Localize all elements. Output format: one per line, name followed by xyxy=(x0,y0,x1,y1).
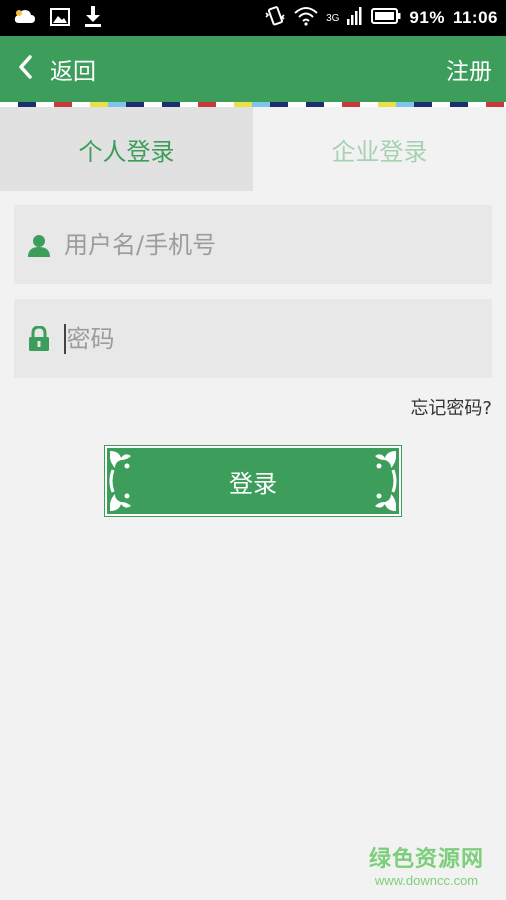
username-field-container xyxy=(14,205,492,284)
chevron-left-icon xyxy=(18,55,32,83)
tab-enterprise-login[interactable]: 企业登录 xyxy=(253,107,506,191)
status-bar: 3G 91% 11:06 xyxy=(0,0,506,36)
password-field-container xyxy=(14,299,492,378)
login-button[interactable]: 登录 xyxy=(104,445,402,517)
login-label: 登录 xyxy=(229,469,277,498)
username-input[interactable] xyxy=(64,219,464,270)
back-label: 返回 xyxy=(50,59,96,85)
watermark: 绿色资源网 www.downcc.com xyxy=(369,841,484,888)
image-icon xyxy=(50,8,70,30)
password-input[interactable] xyxy=(66,313,467,364)
network-type: 3G xyxy=(326,12,340,24)
back-button[interactable]: 返回 xyxy=(18,36,96,102)
ornament-left-icon xyxy=(109,451,131,511)
battery-icon xyxy=(371,8,401,28)
register-button[interactable]: 注册 xyxy=(446,36,492,102)
vibrate-icon xyxy=(264,5,286,31)
ornament-right-icon xyxy=(375,451,397,511)
wifi-icon xyxy=(294,6,318,30)
download-icon xyxy=(84,6,102,32)
tab-personal-login[interactable]: 个人登录 xyxy=(0,107,253,191)
app-header: 返回 注册 xyxy=(0,36,506,102)
text-cursor xyxy=(64,323,66,354)
watermark-title: 绿色资源网 xyxy=(368,847,484,872)
signal-icon xyxy=(347,7,363,29)
user-icon xyxy=(14,233,64,257)
lock-icon xyxy=(14,325,64,352)
battery-percent: 91% xyxy=(409,8,445,27)
forgot-password-link[interactable]: 忘记密码? xyxy=(410,394,492,420)
watermark-url: www.downcc.com xyxy=(374,873,479,888)
cloud-icon xyxy=(14,9,36,29)
clock: 11:06 xyxy=(452,8,498,27)
login-type-tabs: 个人登录 企业登录 xyxy=(0,107,506,191)
